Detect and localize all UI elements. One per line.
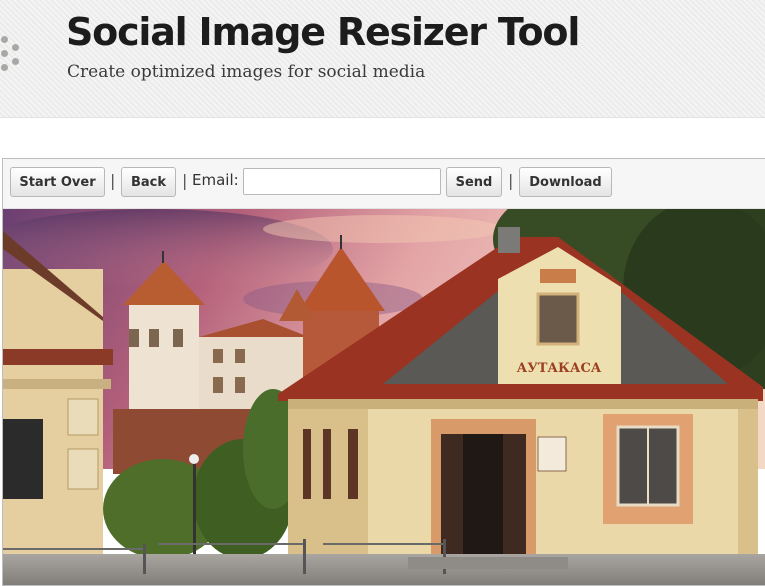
email-label: Email: [192,171,239,189]
toolbar-separator: | [110,171,116,190]
send-button[interactable]: Send [446,167,502,197]
page-subtitle: Create optimized images for social media [67,62,426,82]
download-button[interactable]: Download [519,167,612,197]
building-sign: АУТАКАСА [517,361,602,376]
toolbar-separator: | [182,171,188,190]
page-title: Social Image Resizer Tool [66,10,580,54]
toolbar: Start Over | Back | Email: Send | Downlo… [3,159,765,209]
back-button[interactable]: Back [121,167,176,197]
decorative-dots-icon [0,36,26,72]
start-over-button[interactable]: Start Over [10,167,105,197]
page-header: Social Image Resizer Tool Create optimiz… [0,0,765,118]
uploaded-photo[interactable]: АУТАКАСА [3,209,765,586]
editor-panel: Start Over | Back | Email: Send | Downlo… [2,158,765,586]
email-input[interactable] [243,168,441,195]
toolbar-separator: | [508,171,514,190]
